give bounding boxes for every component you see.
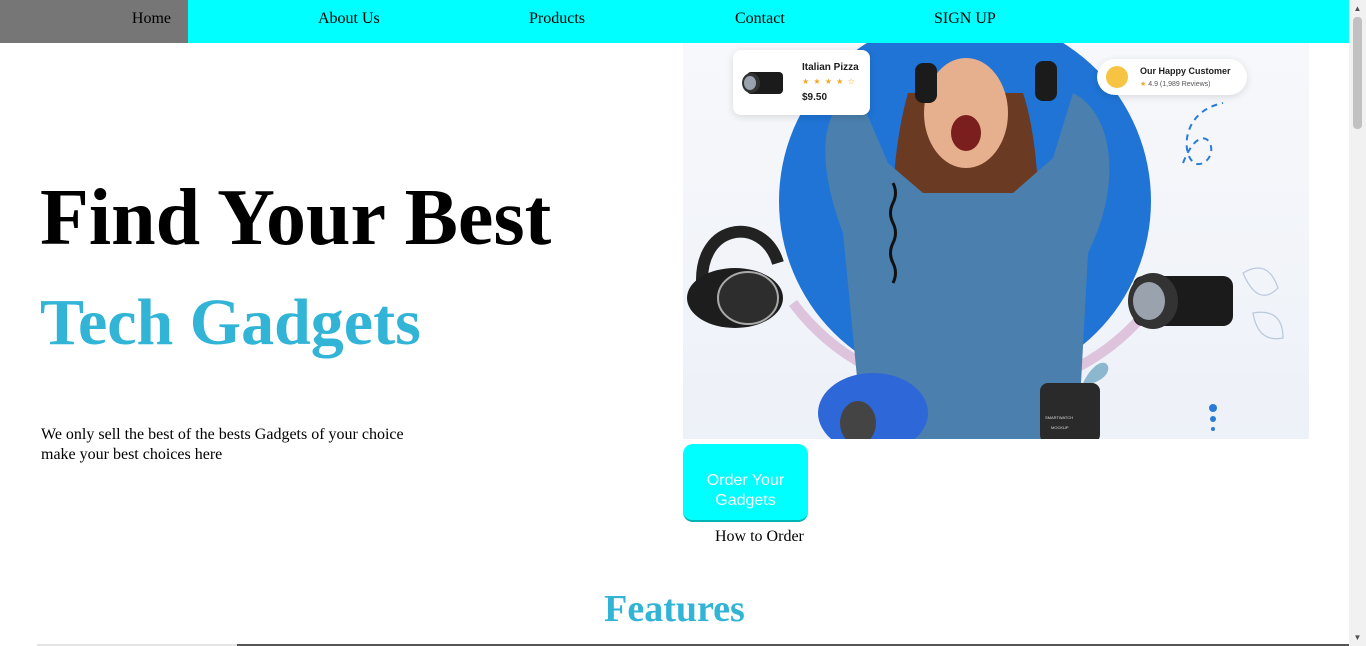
order-gadgets-button[interactable]: Order Your Gadgets: [683, 444, 808, 522]
nav-about-us[interactable]: About Us: [318, 0, 380, 43]
star-icon: ★: [1140, 81, 1147, 88]
watch-label-2: MOCKUP: [1051, 425, 1069, 430]
hero-description-line-2: make your best choices here: [41, 446, 223, 463]
scroll-up-arrow-icon[interactable]: ▲: [1349, 0, 1366, 17]
top-nav: Home About Us Products Contact SIGN UP: [0, 0, 1349, 43]
woman-mouth: [951, 115, 981, 151]
product-card-price: $9.50: [802, 92, 828, 103]
hero-description-line-1: We only sell the best of the bests Gadge…: [41, 426, 404, 443]
customer-card: Our Happy Customer ★ 4.9 (1,989 Reviews): [1097, 59, 1247, 95]
worn-headphone-right: [1035, 61, 1057, 101]
watch-label-1: SMARTWATCH: [1045, 415, 1073, 420]
nav-home[interactable]: Home: [0, 0, 188, 43]
emoji-face-icon: [1106, 66, 1128, 88]
nav-products[interactable]: Products: [529, 0, 585, 43]
hero-title: Find Your Best: [40, 174, 552, 262]
customer-review-count: (1,989 Reviews): [1159, 81, 1211, 88]
customer-card-title: Our Happy Customer: [1140, 66, 1231, 76]
nav-sign-up[interactable]: SIGN UP: [934, 0, 996, 43]
product-card-stars: ★ ★ ★ ★ ☆: [802, 77, 856, 86]
headphones-product: [687, 225, 784, 328]
dashed-swirl: [1182, 102, 1224, 166]
product-card: Italian Pizza ★ ★ ★ ★ ☆ $9.50: [733, 50, 870, 115]
customer-card-rating: ★ 4.9 (1,989 Reviews): [1140, 80, 1211, 88]
leaf-decoration: [1242, 267, 1284, 340]
how-to-order-link[interactable]: How to Order: [715, 528, 804, 546]
customer-rating-value: 4.9: [1148, 81, 1158, 88]
scrollbar-thumb[interactable]: [1353, 17, 1362, 129]
features-heading: Features: [604, 588, 745, 630]
hero-description: We only sell the best of the bests Gadge…: [41, 425, 461, 465]
camera-lens-product: [1128, 273, 1233, 329]
hero-image: SMARTWATCH MOCKUP Italian Pizza ★ ★ ★ ★ …: [683, 43, 1309, 439]
product-card-title: Italian Pizza: [802, 62, 859, 73]
vertical-scrollbar[interactable]: ▲ ▼: [1349, 0, 1366, 646]
camera-thumbnail-icon: [742, 72, 783, 94]
hero-subtitle: Tech Gadgets: [40, 286, 421, 359]
worn-headphone-left: [915, 63, 937, 103]
nav-contact[interactable]: Contact: [735, 0, 785, 43]
scroll-down-arrow-icon[interactable]: ▼: [1349, 629, 1366, 646]
dot-decoration: [1209, 404, 1217, 431]
